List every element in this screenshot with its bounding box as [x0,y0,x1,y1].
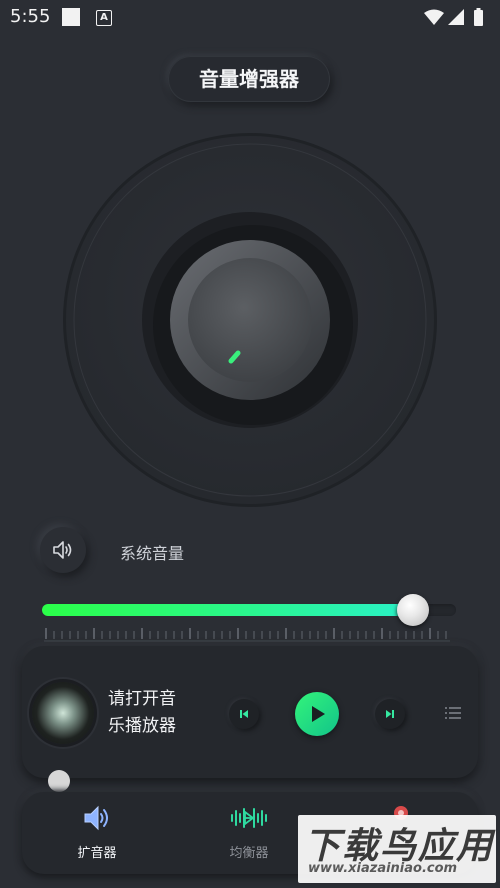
player-prompt: 请打开音 乐播放器 [108,686,176,740]
nav-tab-equalizer-label: 均衡器 [229,846,269,861]
album-disc [32,682,94,744]
player-prompt-line1: 请打开音 [108,689,176,709]
speaker-icon [84,805,108,831]
status-time: 5:55 [10,6,51,27]
watermark-url: www.xiazainiao.com [308,861,458,876]
previous-icon [240,710,248,718]
volume-ticks [44,628,450,642]
nav-tab-equalizer[interactable]: 均衡器 [204,804,294,861]
nav-tab-amplifier[interactable]: 扩音器 [52,804,142,861]
status-bar: 5:55 A [0,0,500,34]
knob-face [188,258,312,382]
player-prompt-line2: 乐播放器 [108,716,176,736]
page-title: 音量增强器 [168,56,330,102]
play-icon [312,706,325,722]
system-volume-button[interactable] [40,527,86,573]
volume-slider-fill [42,604,415,616]
speaker-icon [53,541,72,559]
wifi-icon [424,9,444,25]
system-volume-label: 系统音量 [120,544,185,563]
playlist-icon[interactable] [445,706,461,720]
volume-slider-track[interactable] [42,604,456,616]
volume-slider-thumb[interactable] [397,594,429,626]
notification-a-icon: A [96,10,112,26]
nav-tab-amplifier-label: 扩音器 [77,846,117,861]
signal-icon [448,9,464,25]
previous-button[interactable] [229,699,259,729]
play-button[interactable] [295,692,339,736]
notification-square-icon [62,8,80,26]
status-icons [424,8,483,26]
battery-icon [474,10,483,26]
watermark: 下载鸟应用 www.xiazainiao.com [298,815,496,883]
waveform-icon [231,808,267,828]
next-icon [386,710,394,718]
hidden-slider-thumb [48,770,70,792]
volume-dial[interactable] [60,130,440,510]
music-player-card: 请打开音 乐播放器 [22,646,478,778]
next-button[interactable] [375,699,405,729]
